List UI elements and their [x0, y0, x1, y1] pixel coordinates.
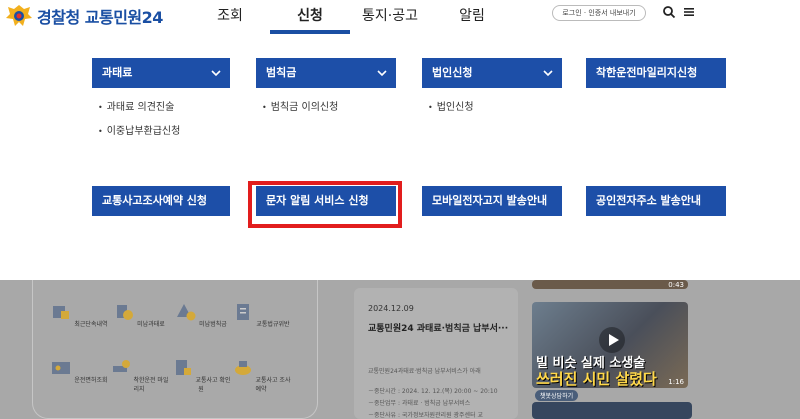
license-card-icon — [52, 362, 71, 374]
nav-item-inquiry[interactable]: 조회 — [190, 5, 270, 25]
coin-document-icon — [117, 305, 134, 320]
news-body-line: －중단업무 : 과태료 · 범칙금 납부서비스 — [368, 400, 471, 407]
calendar-bowl-icon — [234, 361, 251, 375]
shortcut-label: 최근단속내역 — [74, 321, 108, 328]
submenu-double-payment-refund[interactable]: 이중납부환급신청 — [98, 122, 181, 137]
site-header: 경찰청 교통민원24 조회 신청 통지·공고 알림 로그인 · 인증서 내보내기 — [0, 0, 800, 34]
highlight-box — [248, 181, 402, 228]
chatbot-badge[interactable]: 챗봇상담하기 — [535, 390, 579, 401]
news-body-line: －중단시간 : 2024. 12. 12.(목) 20:00 ~ 20:10 — [368, 388, 498, 395]
menu-category-label: 과태료 — [102, 66, 133, 79]
menu-category-penalty[interactable]: 범칙금 — [256, 58, 396, 88]
menu-category-corporate[interactable]: 법인신청 — [422, 58, 562, 88]
menu-category-fine[interactable]: 과태료 — [92, 58, 230, 88]
submenu-fine-opinion[interactable]: 과태료 의견진술 — [98, 98, 175, 113]
menu-category-label: 법인신청 — [432, 66, 473, 79]
login-button[interactable]: 로그인 · 인증서 내보내기 — [552, 5, 646, 21]
nav-item-apply[interactable]: 신청 — [270, 5, 350, 25]
menu-category-mileage[interactable]: 착한운전마일리지신청 — [586, 58, 726, 88]
chevron-down-icon — [543, 70, 553, 77]
document-list-icon — [237, 304, 250, 320]
shortcut-label: 미납과태료 — [137, 321, 165, 328]
news-body-line: 교통민원24과태료·범칙금 납부서비스가 아래 — [368, 368, 481, 375]
video-thumbnail[interactable] — [532, 402, 692, 419]
shortcut-label: 교통법규위반 — [256, 321, 290, 328]
shortcut-accident-certificate[interactable]: 교통사고 확인원 — [171, 358, 231, 393]
news-date: 2024.12.09 — [368, 304, 414, 313]
shortcut-traffic-violation[interactable]: 교통법규위반 — [231, 302, 291, 328]
menu-category-certified-address[interactable]: 공인전자주소 발송안내 — [586, 186, 726, 216]
shortcut-license-inquiry[interactable]: 운전면허조회 — [49, 358, 109, 384]
shortcut-recent-enforcement[interactable]: 최근단속내역 — [49, 302, 109, 328]
shortcut-mileage[interactable]: 착한운전 마일리지 — [109, 358, 169, 393]
shortcut-accident-reservation[interactable]: 교통사고 조사예약 — [231, 358, 291, 393]
video-thumbnail[interactable]: 빌 비슷 실제 소생술 쓰러진 시민 살렸다 1:16 — [532, 302, 688, 388]
document-stamp-icon — [53, 306, 70, 319]
video-caption-bottom: 쓰러진 시민 살렸다 — [536, 370, 657, 388]
car-coin-icon — [112, 360, 130, 372]
shortcut-label: 교통사고 확인원 — [195, 377, 231, 393]
nav-item-alerts[interactable]: 알림 — [432, 5, 512, 25]
menu-category-label: 범칙금 — [266, 66, 297, 79]
hamburger-menu-icon[interactable] — [682, 5, 696, 19]
site-logo[interactable]: 경찰청 교통민원24 — [4, 3, 163, 29]
news-card[interactable]: 2024.12.09 교통민원24 과태료·범칙금 납부서··· 교통민원24과… — [354, 288, 518, 419]
news-body-line: －중단사유 : 국가정보자원관리원 광주센터 교 — [368, 412, 484, 419]
shortcut-unpaid-fine[interactable]: 미납과태료 — [109, 302, 169, 328]
video-duration: 1:16 — [668, 378, 684, 386]
submenu-penalty-objection[interactable]: 범칙금 이의신청 — [262, 98, 339, 113]
chevron-down-icon — [211, 70, 221, 77]
search-icon[interactable] — [662, 5, 676, 19]
logo-service: 교통민원24 — [84, 8, 164, 27]
video-thumbnail[interactable]: 0:43 — [532, 280, 688, 289]
nav-item-notice[interactable]: 통지·공고 — [350, 5, 430, 25]
warning-coin-icon — [177, 304, 196, 321]
video-duration: 0:43 — [668, 281, 684, 289]
logo-text: 경찰청 교통민원24 — [37, 4, 163, 28]
dimmed-page-content: 최근단속내역 미납과태료 미납범칙금 교통법규위반 운전면허조회 착한운전 마일… — [0, 280, 800, 419]
chevron-down-icon — [377, 70, 387, 77]
play-icon — [599, 327, 625, 353]
shortcut-label: 착한운전 마일리지 — [133, 377, 169, 393]
accident-document-icon — [175, 360, 191, 375]
submenu-corporate-apply[interactable]: 법인신청 — [428, 98, 474, 113]
menu-category-accident-reservation[interactable]: 교통사고조사예약 신청 — [92, 186, 230, 216]
menu-category-mobile-notice[interactable]: 모바일전자고지 발송안내 — [422, 186, 562, 216]
police-emblem-icon — [6, 5, 32, 26]
logo-org: 경찰청 — [37, 8, 80, 27]
shortcut-card: 최근단속내역 미납과태료 미납범칙금 교통법규위반 운전면허조회 착한운전 마일… — [32, 280, 318, 419]
shortcut-label: 교통사고 조사예약 — [255, 377, 291, 393]
shortcut-unpaid-penalty[interactable]: 미납범칙금 — [171, 302, 231, 328]
shortcut-label: 미납범칙금 — [199, 321, 227, 328]
news-title: 교통민원24 과태료·범칙금 납부서··· — [368, 324, 509, 334]
shortcut-label: 운전면허조회 — [74, 377, 108, 384]
